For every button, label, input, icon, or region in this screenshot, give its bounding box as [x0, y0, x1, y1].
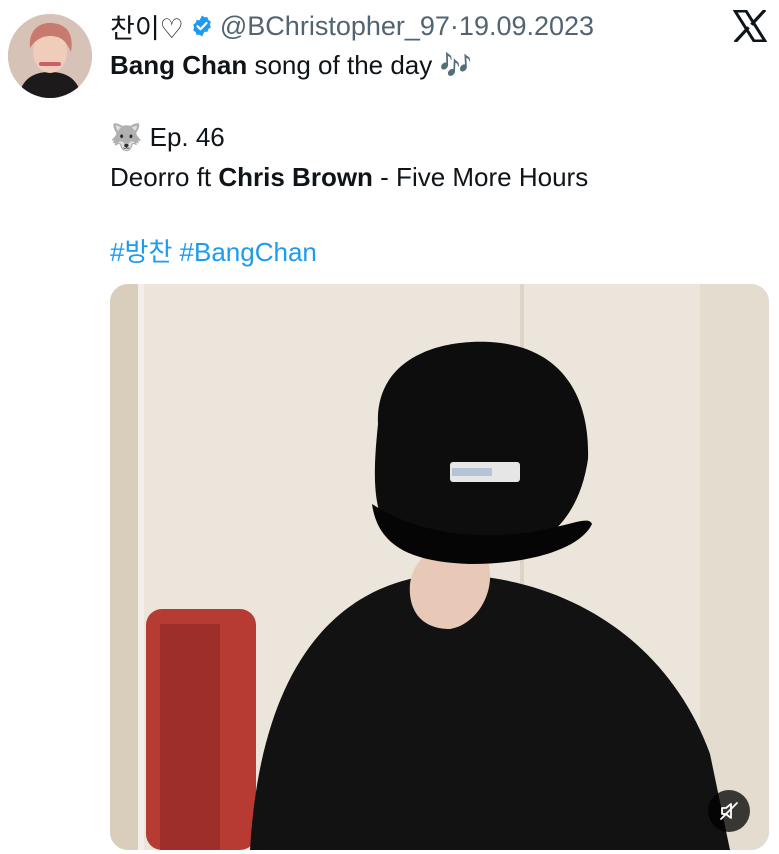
- avatar-image: [8, 14, 92, 98]
- line1-text: song of the day: [247, 50, 440, 80]
- tweet-header: 찬이♡ @BChristopher_97 · 19.09.2023: [110, 10, 594, 44]
- tweet-text-line-1: Bang Chan song of the day 🎶: [110, 50, 472, 81]
- song-line: Deorro ft Chris Brown - Five More Hours: [110, 162, 588, 193]
- video-media[interactable]: [110, 284, 769, 850]
- video-frame: [110, 284, 769, 850]
- handle[interactable]: @BChristopher_97: [220, 11, 450, 42]
- hashtag-link[interactable]: #BangChan: [180, 237, 317, 267]
- avatar[interactable]: [8, 14, 92, 98]
- song-artist: Deorro ft: [110, 162, 219, 192]
- episode-text: Ep. 46: [142, 122, 225, 152]
- mute-speaker-icon: [720, 802, 738, 820]
- verified-badge-icon: [190, 14, 214, 38]
- episode-line: 🐺 Ep. 46: [110, 122, 225, 153]
- display-name[interactable]: 찬이♡: [110, 7, 184, 46]
- music-notes-emoji: 🎶: [439, 50, 472, 80]
- bold-name: Bang Chan: [110, 50, 248, 80]
- song-featured: Chris Brown: [218, 162, 373, 192]
- tweet-date[interactable]: 19.09.2023: [459, 11, 594, 42]
- song-title: - Five More Hours: [372, 162, 589, 192]
- hashtag-link[interactable]: #방찬: [110, 237, 172, 267]
- meta-separator: ·: [449, 10, 459, 41]
- x-logo-icon[interactable]: [732, 8, 768, 44]
- mute-button[interactable]: [708, 790, 750, 832]
- hashtags: #방찬 #BangChan: [110, 232, 317, 269]
- wolf-emoji: 🐺: [110, 122, 143, 152]
